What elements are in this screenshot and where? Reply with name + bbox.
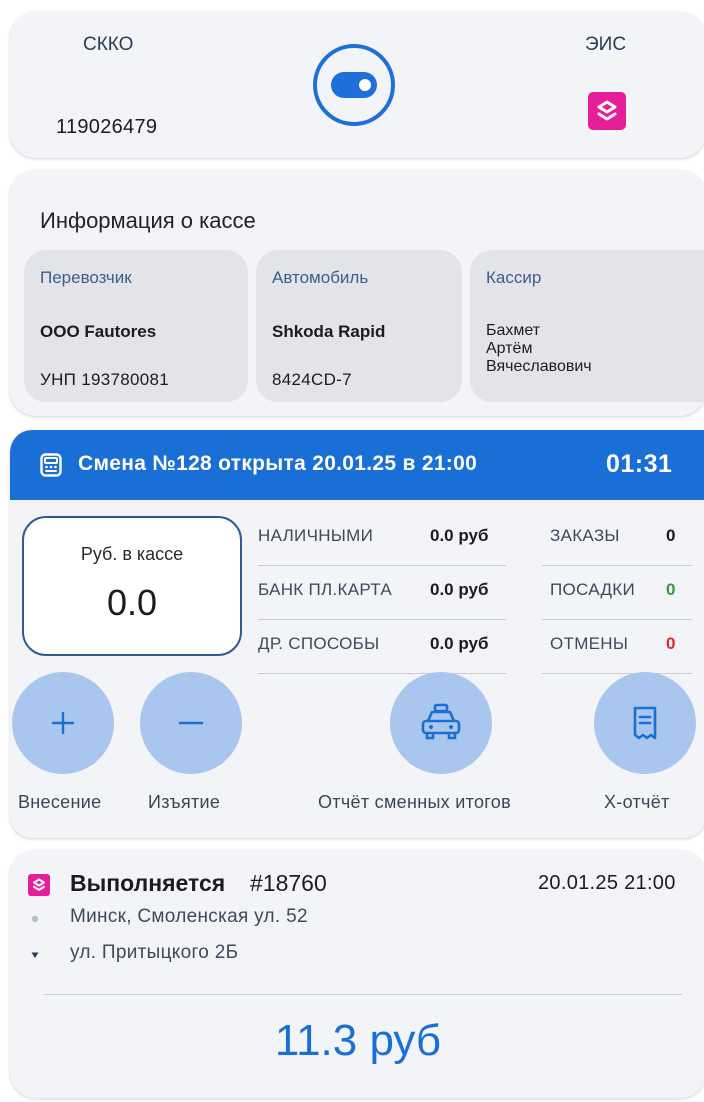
carrier-name: ООО Fautores <box>40 322 157 341</box>
shift-title: Смена №128 открыта 20.01.25 в 21:00 <box>78 452 478 475</box>
skko-label: СККО <box>83 34 134 55</box>
order-price: 11.3 руб <box>274 1016 442 1065</box>
counter-label: ПОСАДКИ <box>550 580 635 599</box>
connection-toggle[interactable] <box>313 44 395 126</box>
counter-label: ОТМЕНЫ <box>550 634 629 653</box>
divider <box>44 994 682 995</box>
car-plate: 8424CD-7 <box>272 370 352 389</box>
minus-icon <box>178 721 204 725</box>
connection-status-card: СККО 119026479 ЭИС <box>10 12 704 158</box>
shift-timer: 01:31 <box>606 450 673 478</box>
shift-header: Смена №128 открыта 20.01.25 в 21:00 01:3… <box>10 430 704 500</box>
counter-row: ПОСАДКИ 0 <box>542 566 692 620</box>
cash-register-info-card: Информация о кассе Перевозчик ООО Fautor… <box>10 170 704 416</box>
current-order-card[interactable]: Выполняется #18760 20.01.25 21:00 Минск,… <box>10 850 704 1098</box>
taxi-icon <box>421 703 461 740</box>
order-to-address: ул. Притыцкого 2Б <box>70 942 239 963</box>
order-number: #18760 <box>250 870 327 896</box>
car-box: Автомобиль Shkoda Rapid 8424CD-7 <box>256 250 462 402</box>
toggle-icon <box>331 72 377 98</box>
order-datetime: 20.01.25 21:00 <box>538 872 676 894</box>
order-from-address: Минск, Смоленская ул. 52 <box>70 906 308 927</box>
stat-value: 0.0 руб <box>430 526 489 545</box>
stat-label: ДР. СПОСОБЫ <box>258 634 380 653</box>
order-status: Выполняется <box>70 870 226 896</box>
withdraw-label: Изъятие <box>148 792 221 812</box>
cash-register-icon <box>40 453 62 477</box>
stat-row: БАНК ПЛ.КАРТА 0.0 руб <box>258 566 506 620</box>
receipt-icon <box>633 706 657 740</box>
cash-label: Руб. в кассе <box>80 544 184 564</box>
eis-logo-icon[interactable] <box>588 92 626 130</box>
shift-card: Смена №128 открыта 20.01.25 в 21:00 01:3… <box>10 430 704 838</box>
shift-report-label: Отчёт сменных итогов <box>318 792 511 812</box>
withdraw-button[interactable] <box>140 672 242 774</box>
cash-in-register-box: Руб. в кассе 0.0 <box>22 516 242 656</box>
carrier-caption: Перевозчик <box>40 268 132 287</box>
eis-order-icon <box>28 874 50 896</box>
stat-row: НАЛИЧНЫМИ 0.0 руб <box>258 512 506 566</box>
stat-value: 0.0 руб <box>430 580 489 599</box>
deposit-button[interactable] <box>12 672 114 774</box>
counter-label: ЗАКАЗЫ <box>550 526 620 545</box>
x-report-label: Х-отчёт <box>604 792 670 812</box>
stat-label: НАЛИЧНЫМИ <box>258 526 374 545</box>
counter-value: 0 <box>666 526 676 545</box>
destination-arrow-icon <box>31 952 39 958</box>
x-report-button[interactable] <box>594 672 696 774</box>
carrier-box: Перевозчик ООО Fautores УНП 193780081 <box>24 250 248 402</box>
stat-row: ДР. СПОСОБЫ 0.0 руб <box>258 620 506 674</box>
info-title: Информация о кассе <box>40 208 256 233</box>
eis-label: ЭИС <box>585 34 627 55</box>
cash-value: 0.0 <box>106 582 158 623</box>
car-caption: Автомобиль <box>272 268 369 287</box>
carrier-unp: УНП 193780081 <box>40 370 170 389</box>
counter-row: ОТМЕНЫ 0 <box>542 620 692 674</box>
counter-value: 0 <box>666 580 676 599</box>
cashier-box: Кассир Бахмет Артём Вячеславович <box>470 250 704 402</box>
shift-report-button[interactable] <box>390 672 492 774</box>
skko-number: 119026479 <box>56 116 158 138</box>
cashier-patronymic: Вячеславович <box>486 358 592 375</box>
counter-row: ЗАКАЗЫ 0 <box>542 512 692 566</box>
car-model: Shkoda Rapid <box>272 322 386 341</box>
cashier-surname: Бахмет <box>486 322 541 339</box>
plus-icon <box>51 711 75 735</box>
cashier-caption: Кассир <box>486 268 542 287</box>
stat-value: 0.0 руб <box>430 634 489 653</box>
counter-value: 0 <box>666 634 676 653</box>
stat-label: БАНК ПЛ.КАРТА <box>258 580 392 599</box>
toggle-knob <box>359 79 371 91</box>
origin-dot-icon <box>31 915 39 923</box>
cashier-first-name: Артём <box>486 340 533 357</box>
deposit-label: Внесение <box>18 792 102 812</box>
